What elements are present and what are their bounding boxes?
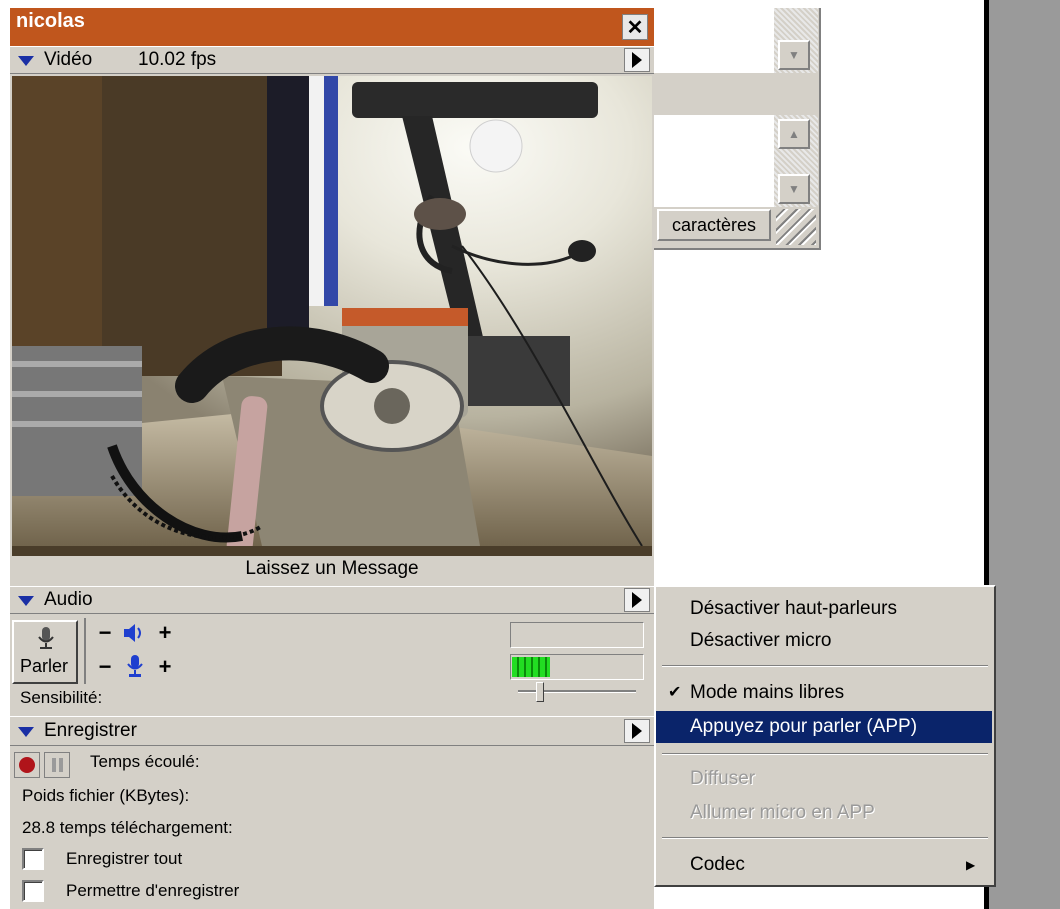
menu-item-mic-on-ptt: Allumer micro en APP [690,802,875,823]
close-icon: ✕ [626,16,644,39]
menu-separator [662,665,988,667]
menu-item-hands-free-mode[interactable]: ✔ Mode mains libres [656,677,992,709]
collapse-triangle-icon[interactable] [18,596,34,606]
menu-item-disable-mic[interactable]: Désactiver micro [656,625,992,657]
audio-section-label: Audio [44,589,93,610]
scroll-up-button[interactable]: ▲ [778,119,810,149]
leave-message-label[interactable]: Laissez un Message [12,558,652,584]
allow-record-label: Permettre d'enregistrer [66,881,240,900]
menu-item-codec[interactable]: Codec ▶ [656,849,992,881]
video-feed [12,76,652,556]
record-section-label: Enregistrer [44,720,137,741]
resize-grip-icon[interactable] [776,209,816,245]
webcam-image [12,76,652,556]
menu-item-push-to-talk[interactable]: Appuyez pour parler (APP) [656,711,992,743]
chevron-up-icon: ▲ [788,127,800,141]
video-section-header[interactable]: Vidéo 10.02 fps [10,46,654,74]
chat-input-area[interactable] [654,115,774,207]
pause-button[interactable] [44,752,70,778]
microphone-icon [38,627,54,649]
menu-separator [662,837,988,839]
collapse-triangle-icon[interactable] [18,727,34,737]
elapsed-time-label: Temps écoulé: [90,752,200,771]
pause-icon [51,758,56,772]
menu-separator [662,753,988,755]
talk-button[interactable]: Parler [12,620,78,684]
video-section-label: Vidéo [44,49,93,70]
speaker-icon [124,624,141,642]
mic-level-meter [510,654,644,680]
sensitivity-slider-thumb[interactable] [536,682,544,702]
microphone-icon [127,655,143,677]
chevron-down-icon: ▼ [788,182,800,196]
video-menu-button[interactable] [624,48,650,72]
arrow-right-icon [632,723,642,739]
audio-context-menu: Désactiver haut-parleurs Désactiver micr… [654,585,996,887]
record-section-header[interactable]: Enregistrer [10,716,654,746]
record-menu-button[interactable] [624,719,650,743]
checkmark-icon: ✔ [668,684,682,701]
audio-menu-button[interactable] [624,588,650,612]
speaker-volume-up-button[interactable]: + [154,620,176,645]
close-button[interactable]: ✕ [622,14,648,40]
record-button[interactable] [14,752,40,778]
record-all-label: Enregistrer tout [66,849,183,868]
speaker-level-meter [510,622,644,648]
fps-readout: 10.02 fps [138,49,217,70]
menu-item-disable-speakers[interactable]: Désactiver haut-parleurs [656,593,992,625]
submenu-arrow-icon: ▶ [966,858,976,872]
download-time-label: 28.8 temps téléchargement: [22,818,233,837]
record-icon [19,757,35,773]
sensitivity-label: Sensibilité: [20,688,103,707]
chat-divider [654,73,818,115]
background-panel [989,0,1060,909]
speaker-volume-down-button[interactable]: − [94,620,116,645]
title-bar[interactable] [10,8,654,46]
allow-record-checkbox[interactable] [22,880,44,902]
file-size-label: Poids fichier (KBytes): [22,786,190,805]
arrow-right-icon [632,592,642,608]
mic-volume-up-button[interactable]: + [154,654,176,679]
talk-button-label: Parler [20,656,69,676]
menu-item-broadcast: Diffuser [690,768,756,789]
scroll-down-button[interactable]: ▼ [778,174,810,204]
window-title: nicolas [16,10,85,32]
scroll-down-button[interactable]: ▼ [778,40,810,70]
mic-volume-down-button[interactable]: − [94,654,116,679]
chevron-down-icon: ▼ [788,48,800,62]
arrow-right-icon [632,52,642,68]
mic-level-fill [512,657,550,677]
characters-status: caractères [657,209,771,241]
volume-controls: − + − + [84,618,184,684]
collapse-triangle-icon[interactable] [18,56,34,66]
record-all-checkbox[interactable] [22,848,44,870]
audio-section-header[interactable]: Audio [10,586,654,614]
chat-history-area[interactable] [654,8,774,73]
